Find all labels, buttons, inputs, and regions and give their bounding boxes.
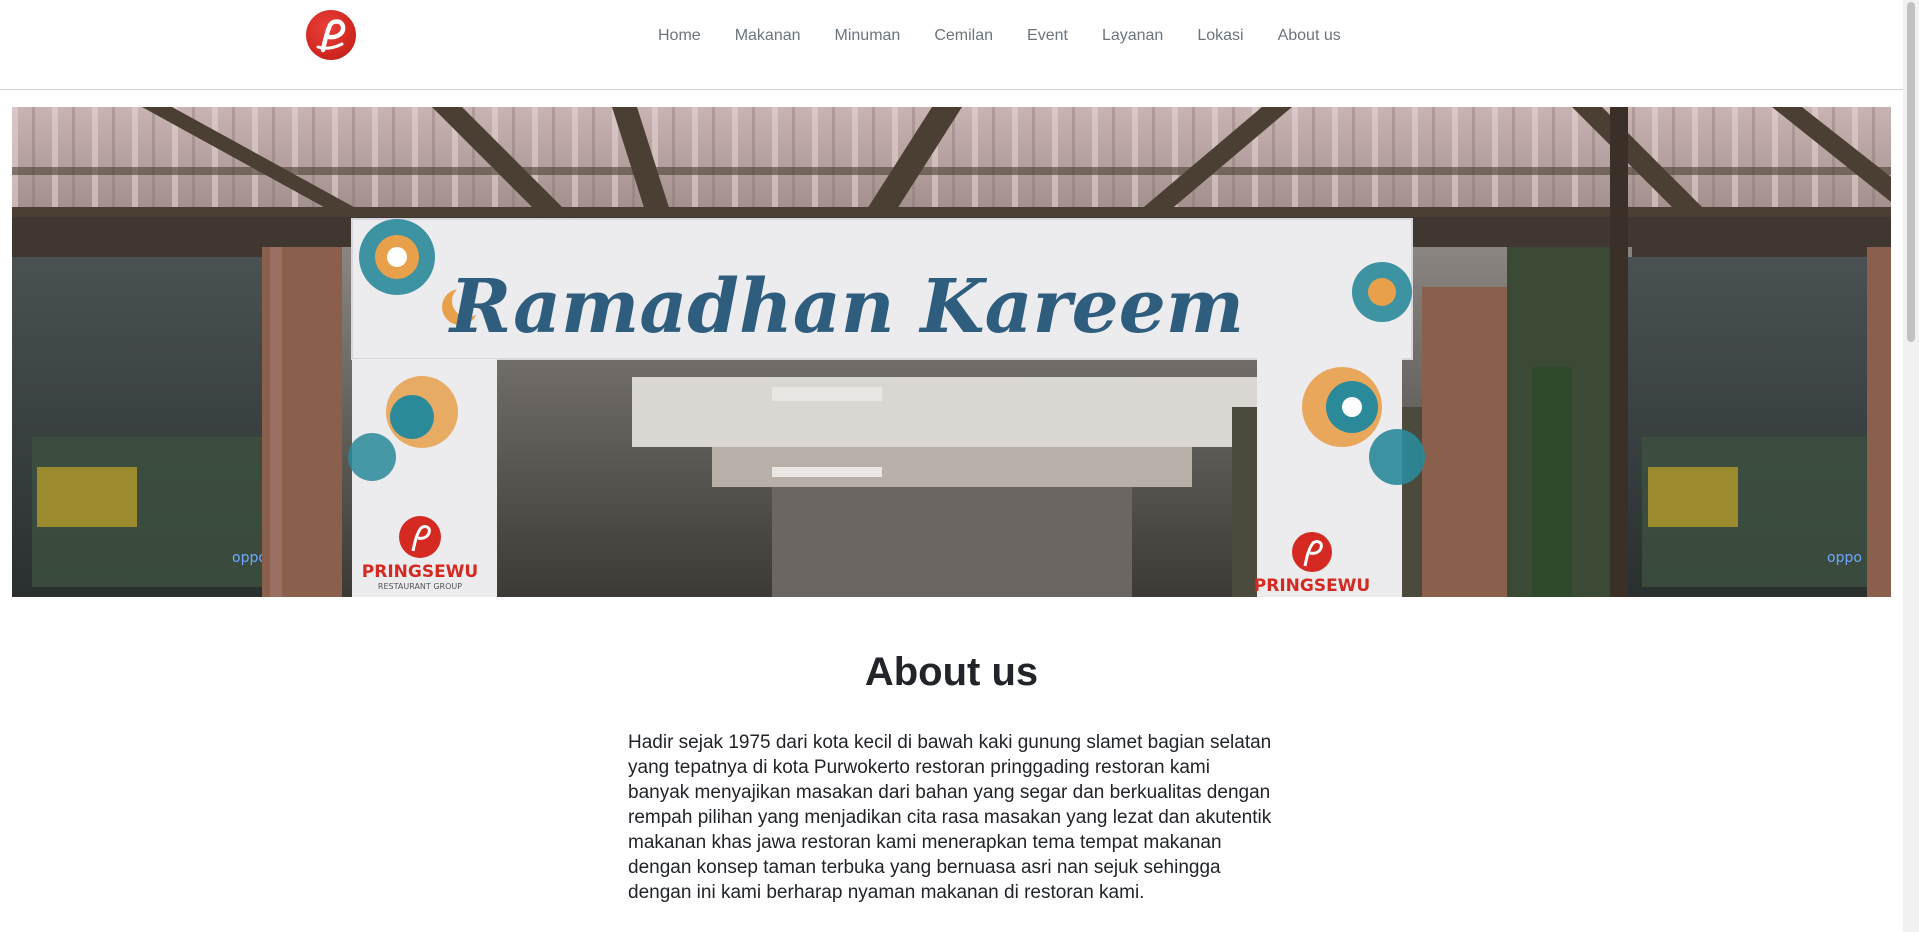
nav-minuman[interactable]: Minuman xyxy=(818,24,918,48)
svg-text:PRINGSEWU: PRINGSEWU xyxy=(1254,576,1370,596)
page: Home Makanan Minuman Cemilan Event Layan… xyxy=(0,0,1919,932)
about-paragraph: Hadir sejak 1975 dari kota kecil di bawa… xyxy=(628,732,1272,903)
nav-layanan[interactable]: Layanan xyxy=(1085,24,1180,48)
nav-makanan[interactable]: Makanan xyxy=(718,24,818,48)
nav-about-us[interactable]: About us xyxy=(1261,24,1358,48)
svg-text:oppo: oppo xyxy=(232,550,267,566)
main-nav: Home Makanan Minuman Cemilan Event Layan… xyxy=(656,24,1358,48)
banner-text: Ramadhan Kareem xyxy=(448,264,1244,350)
nav-home[interactable]: Home xyxy=(656,24,718,48)
nav-lokasi[interactable]: Lokasi xyxy=(1180,24,1260,48)
hero-image: oppo oppo Ramadhan Kareem PRINGSEWU REST… xyxy=(12,107,1891,597)
svg-text:oppo: oppo xyxy=(1827,550,1862,566)
about-title: About us xyxy=(864,650,1039,694)
scrollbar-thumb[interactable] xyxy=(1907,2,1915,342)
svg-text:RESTAURANT GROUP: RESTAURANT GROUP xyxy=(378,582,462,591)
svg-text:PRINGSEWU: PRINGSEWU xyxy=(362,562,478,582)
ramadhan-gate-photo: oppo oppo Ramadhan Kareem PRINGSEWU REST… xyxy=(12,107,1891,597)
brand-logo-icon[interactable] xyxy=(306,10,356,60)
page-scrollbar[interactable] xyxy=(1903,0,1919,932)
pringsewu-p-logo-icon xyxy=(316,19,346,53)
nav-cemilan[interactable]: Cemilan xyxy=(917,24,1010,48)
navbar: Home Makanan Minuman Cemilan Event Layan… xyxy=(0,0,1903,90)
nav-event[interactable]: Event xyxy=(1010,24,1085,48)
